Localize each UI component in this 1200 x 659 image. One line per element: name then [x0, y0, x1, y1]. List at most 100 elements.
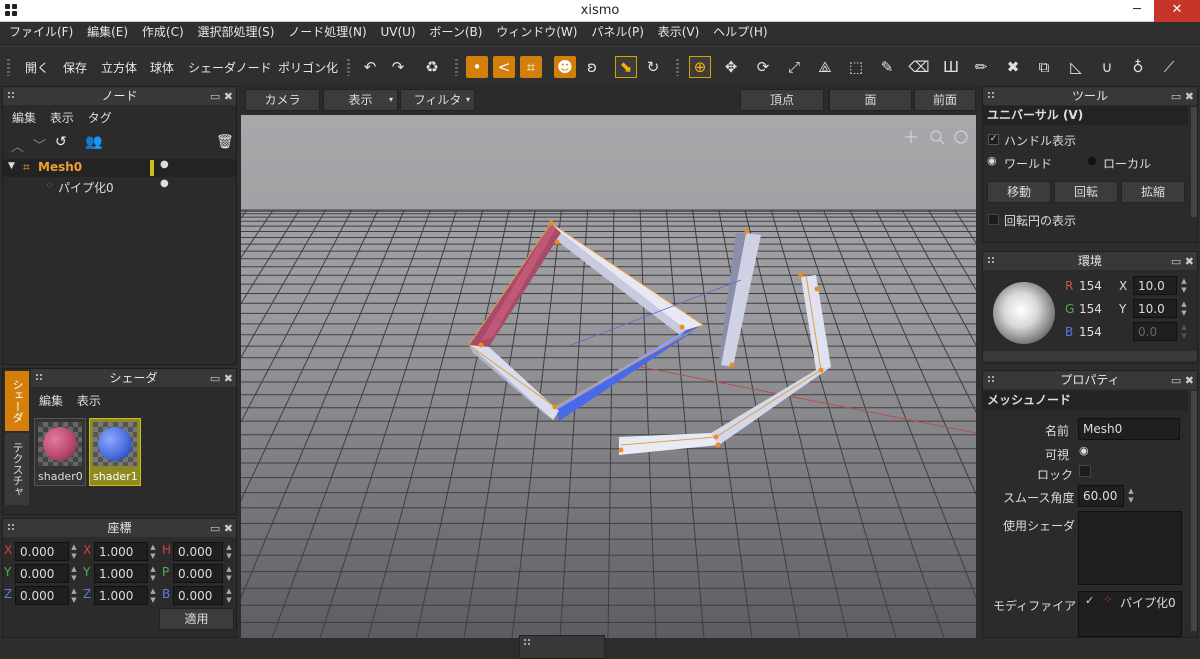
close-panel-icon[interactable]: ✖ — [1185, 90, 1194, 103]
symmetry-icon[interactable]: ʚ — [581, 56, 603, 78]
g-value[interactable]: 154 — [1079, 302, 1102, 316]
shader-node-button[interactable]: シェーダノード — [188, 59, 272, 76]
tab-shader[interactable]: シェーダ — [5, 371, 29, 431]
close-button[interactable]: ✕ — [1154, 0, 1200, 22]
face-mode-icon[interactable]: ⌗ — [520, 56, 542, 78]
globe-icon[interactable]: ⊕ — [689, 56, 711, 78]
weight-icon[interactable]: ♁ — [1127, 56, 1149, 78]
horizontal-scrollbar[interactable] — [983, 351, 1197, 361]
light-sphere[interactable] — [993, 282, 1055, 344]
spin-icon[interactable]: ▲ ▼ — [69, 587, 79, 605]
tree-row[interactable]: ▼ ⌗ Mesh0 ● — [3, 159, 236, 177]
spin-icon[interactable]: ▲ ▼ — [224, 565, 234, 583]
menu-panel[interactable]: パネル(P) — [586, 22, 649, 43]
shader-list[interactable] — [1078, 511, 1182, 585]
move-button[interactable]: 移動 — [987, 181, 1051, 203]
shader-thumb[interactable]: shader0 — [34, 418, 86, 486]
view-front-button[interactable]: 前面 — [914, 89, 976, 111]
magnet-icon[interactable]: ∪ — [1096, 56, 1118, 78]
visible-radio[interactable]: ◉ — [1079, 444, 1089, 457]
redo-icon[interactable]: ↷ — [387, 56, 409, 78]
move-icon[interactable]: ✥ — [720, 56, 742, 78]
menu-uv[interactable]: UV(U) — [375, 22, 420, 43]
env-y-field[interactable]: 10.0 — [1133, 299, 1177, 318]
bars-icon[interactable]: Ш — [940, 56, 962, 78]
menu-create[interactable]: 作成(C) — [137, 22, 189, 43]
lock-checkbox[interactable] — [1079, 465, 1091, 477]
move-down-icon[interactable]: ﹀ — [33, 135, 46, 154]
scale-x-field[interactable]: 1.000 — [94, 542, 148, 561]
node-menu-tag[interactable]: タグ — [88, 111, 112, 125]
handle-checkbox[interactable]: ✓ — [988, 134, 999, 145]
float-icon[interactable]: ▭ — [1171, 255, 1181, 268]
axis-icon[interactable]: ⟁ — [814, 56, 836, 78]
pipe-mesh[interactable] — [468, 220, 831, 456]
rotation-b-field[interactable]: 0.000 — [173, 586, 223, 605]
spin-icon[interactable]: ▲ ▼ — [224, 587, 234, 605]
toolbar-grip[interactable] — [455, 59, 458, 76]
bevel-icon[interactable]: ◺ — [1065, 56, 1087, 78]
vertex-mode-icon[interactable]: • — [466, 56, 488, 78]
spin-icon[interactable]: ▲ ▼ — [69, 565, 79, 583]
scale-z-field[interactable]: 1.000 — [94, 586, 148, 605]
eraser-icon[interactable]: ⌫ — [908, 56, 930, 78]
smooth-field[interactable]: 60.00 — [1078, 485, 1124, 507]
3d-viewport[interactable] — [241, 115, 976, 638]
float-icon[interactable]: ▭ — [1171, 90, 1181, 103]
scale-y-field[interactable]: 1.000 — [94, 564, 148, 583]
zoom-icon[interactable] — [930, 130, 942, 142]
rect-select-icon[interactable]: ⬚ — [845, 56, 867, 78]
open-button[interactable]: 開く — [25, 59, 49, 76]
position-x-field[interactable]: 0.000 — [15, 542, 69, 561]
close-panel-icon[interactable]: ✖ — [1185, 374, 1194, 387]
pencil-icon[interactable]: ✏ — [970, 56, 992, 78]
view-vertex-button[interactable]: 頂点 — [740, 89, 824, 111]
spin-icon[interactable]: ▲ ▼ — [148, 565, 158, 583]
toolbar-grip[interactable] — [347, 59, 350, 76]
object-mode-icon[interactable]: ☻ — [554, 56, 576, 78]
menu-edit[interactable]: 編集(E) — [82, 22, 133, 43]
cube-button[interactable]: 立方体 — [101, 59, 137, 76]
spin-icon[interactable]: ▲ ▼ — [148, 543, 158, 561]
position-y-field[interactable]: 0.000 — [15, 564, 69, 583]
env-x-field[interactable]: 10.0 — [1133, 276, 1177, 295]
spin-icon[interactable]: ▲ ▼ — [1126, 487, 1136, 505]
rot-circle-checkbox[interactable] — [988, 214, 999, 225]
visible-dot-icon[interactable]: ● — [160, 159, 169, 170]
world-radio[interactable]: ◉ — [987, 154, 997, 167]
b-value[interactable]: 154 — [1079, 325, 1102, 339]
toolbar-grip[interactable] — [7, 59, 10, 76]
spin-icon[interactable]: ▲ ▼ — [1179, 323, 1189, 341]
knife-icon[interactable]: ⟋ — [1158, 56, 1180, 78]
rotate-icon[interactable]: ⟳ — [752, 56, 774, 78]
spin-icon[interactable]: ▲ ▼ — [1179, 300, 1189, 318]
close-panel-icon[interactable]: ✖ — [224, 372, 233, 385]
close-panel-icon[interactable]: ✖ — [224, 522, 233, 535]
env-z-field[interactable]: 0.0 — [1133, 322, 1177, 341]
view-face-button[interactable]: 面 — [829, 89, 912, 111]
edge-mode-icon[interactable]: < — [493, 56, 515, 78]
menu-node[interactable]: ノード処理(N) — [283, 22, 371, 43]
modifier-check-icon[interactable]: ✓ — [1085, 594, 1094, 607]
polygonize-button[interactable]: ポリゴン化 — [278, 59, 338, 76]
pan-icon[interactable] — [905, 131, 917, 143]
menu-help[interactable]: ヘルプ(H) — [708, 22, 772, 43]
trash-icon[interactable]: 🗑 — [216, 134, 234, 150]
move-up-icon[interactable]: ︿ — [11, 136, 30, 155]
float-icon[interactable]: ▭ — [210, 90, 220, 103]
name-field[interactable]: Mesh0 — [1078, 418, 1180, 440]
r-value[interactable]: 154 — [1079, 279, 1102, 293]
spin-icon[interactable]: ▲ ▼ — [69, 543, 79, 561]
float-icon[interactable]: ▭ — [210, 522, 220, 535]
tab-texture[interactable]: テクスチャ — [5, 433, 29, 505]
shader-menu-view[interactable]: 表示 — [77, 394, 101, 408]
shader-menu-edit[interactable]: 編集 — [39, 394, 63, 408]
lasso-icon[interactable]: ↻ — [642, 56, 664, 78]
local-radio[interactable]: ● — [1087, 154, 1097, 167]
spin-icon[interactable]: ▲ ▼ — [224, 543, 234, 561]
viewport-canvas[interactable] — [241, 115, 976, 638]
close-panel-icon[interactable]: ✖ — [224, 90, 233, 103]
camera-button[interactable]: カメラ — [245, 89, 320, 111]
menu-view[interactable]: 表示(V) — [653, 22, 705, 43]
scrollbar[interactable] — [1191, 107, 1197, 217]
